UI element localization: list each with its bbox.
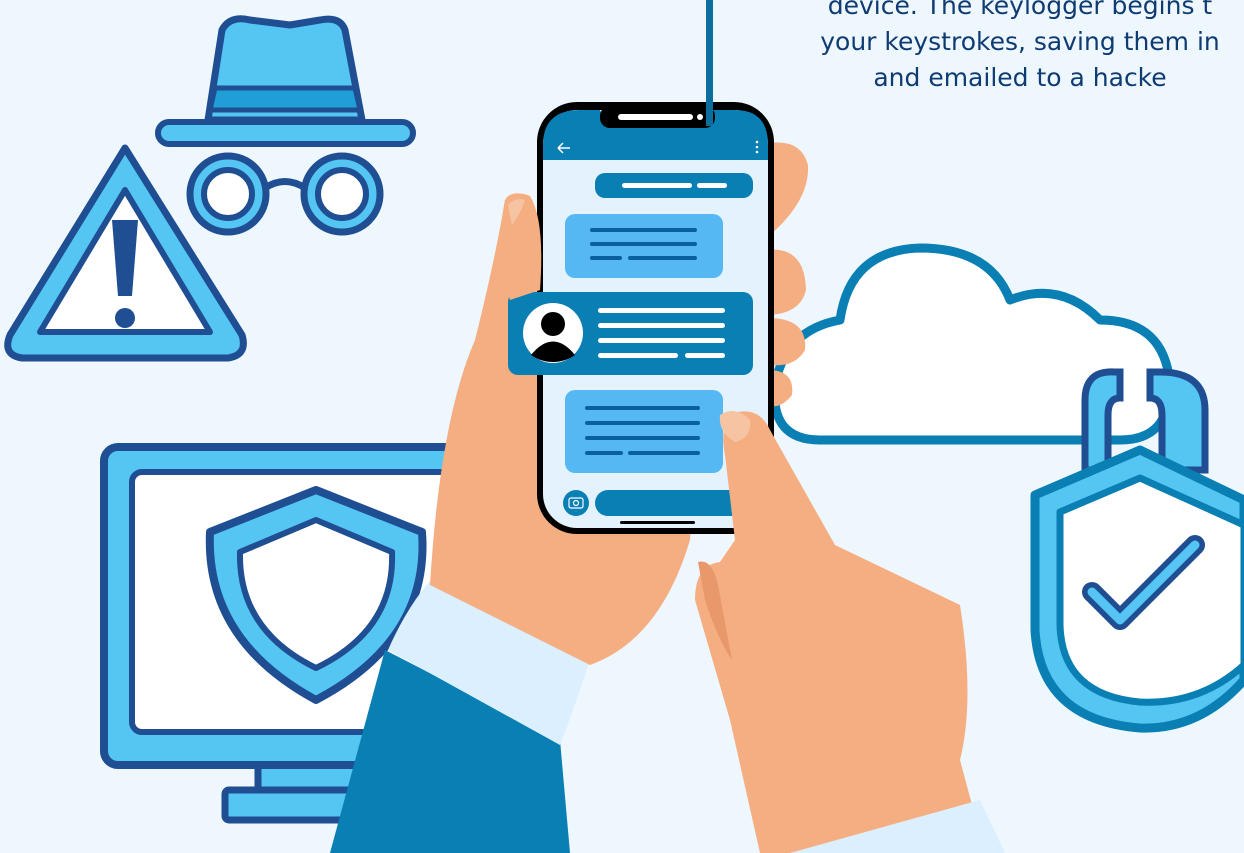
right-hand	[695, 411, 1005, 853]
received-bubble	[565, 214, 723, 278]
kebab-menu-icon[interactable]	[755, 140, 759, 154]
spy-icon	[155, 15, 416, 236]
camera-icon[interactable]	[563, 490, 589, 516]
message-input-bar[interactable]	[595, 490, 752, 516]
contact-card	[508, 292, 753, 375]
sent-bubble	[595, 173, 753, 198]
received-bubble	[565, 390, 723, 473]
callout-pointer-line	[706, 0, 713, 126]
left-thumb	[501, 193, 542, 300]
